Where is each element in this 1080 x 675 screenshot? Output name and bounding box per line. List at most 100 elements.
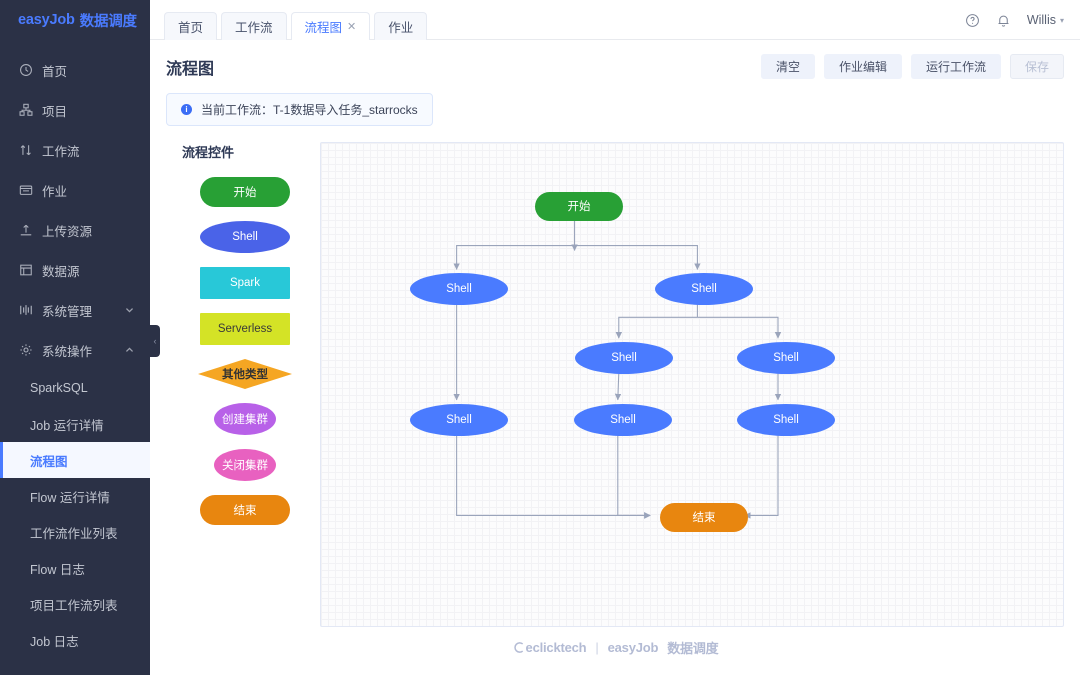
sidebar-subitem-label: Job 运行详情: [30, 418, 104, 433]
sidebar-subitem-flow-run-detail[interactable]: Flow 运行详情: [0, 478, 150, 514]
sidebar-item-workflow[interactable]: 工作流: [0, 130, 150, 170]
palette-node-start[interactable]: 开始: [200, 177, 290, 207]
palette-node-other-type[interactable]: 其他类型: [198, 359, 292, 389]
tab-list: 首页 工作流 流程图 ✕ 作业: [164, 0, 428, 40]
run-workflow-button[interactable]: 运行工作流: [910, 54, 1001, 79]
tab-workflow[interactable]: 工作流: [221, 12, 287, 40]
sidebar-subitem-label: 流程图: [30, 454, 68, 469]
flowchart-canvas[interactable]: 开始 Shell Shell Shell Shell Shell Shell S…: [320, 142, 1064, 627]
chevron-down-icon: ▾: [1059, 15, 1064, 25]
app-root: easyJob 数据调度 首页 项目 工作流 作业 上传资源 数据源 系统管理 …: [0, 0, 1080, 675]
close-icon[interactable]: ✕: [347, 20, 356, 33]
sidebar-item-system-operation[interactable]: 系统操作: [0, 330, 150, 370]
flow-node-end[interactable]: 结束: [660, 502, 748, 532]
workflow-icon: [18, 143, 33, 158]
palette-node-serverless[interactable]: Serverless: [200, 313, 290, 345]
eclicktech-logo: eclicktech: [512, 640, 587, 655]
sidebar-item-datasource[interactable]: 数据源: [0, 250, 150, 290]
flow-palette: 流程控件 开始 Shell Spark Serverless 其他类型 创建集群…: [166, 142, 308, 627]
main-area: 首页 工作流 流程图 ✕ 作业 Willis ▾ 流程图 清空 作业编辑 运行工…: [150, 0, 1080, 675]
flow-node-shell-4[interactable]: Shell: [737, 342, 835, 374]
sidebar-subitem-workflow-job-list[interactable]: 工作流作业列表: [0, 514, 150, 550]
sliders-icon: [18, 303, 33, 318]
sidebar-item-label: 项目: [42, 104, 68, 119]
sidebar-subitem-label: Job 日志: [30, 634, 79, 649]
footer-product-en: easyJob: [607, 639, 659, 655]
tab-label: 流程图: [304, 21, 343, 35]
sidebar-subitem-project-workflow-list[interactable]: 项目工作流列表: [0, 586, 150, 622]
save-button[interactable]: 保存: [1009, 54, 1064, 79]
palette-node-label: 其他类型: [222, 369, 268, 381]
brand-name-en: easyJob: [18, 12, 75, 28]
sidebar-item-home[interactable]: 首页: [0, 50, 150, 90]
sidebar-nav: 首页 项目 工作流 作业 上传资源 数据源 系统管理 系统操作 SparkSQL…: [0, 50, 150, 658]
palette-node-create-cluster[interactable]: 创建集群: [214, 403, 276, 435]
sidebar-subitem-job-log[interactable]: Job 日志: [0, 622, 150, 658]
info-icon: i: [181, 104, 192, 115]
brand-logo: easyJob 数据调度: [0, 0, 150, 40]
sidebar-item-label: 首页: [42, 64, 68, 79]
brand-name-cn: 数据调度: [79, 13, 137, 30]
palette-title: 流程控件: [182, 145, 235, 160]
tab-label: 首页: [178, 21, 204, 35]
page-actions: 清空 作业编辑 运行工作流 保存: [760, 54, 1064, 79]
clear-button[interactable]: 清空: [760, 54, 815, 79]
flow-node-label: Shell: [691, 283, 717, 295]
tab-home[interactable]: 首页: [164, 12, 218, 40]
flow-node-shell-3[interactable]: Shell: [575, 342, 673, 374]
palette-node-label: 结束: [233, 505, 257, 517]
sidebar-item-project[interactable]: 项目: [0, 90, 150, 130]
palette-node-close-cluster[interactable]: 关闭集群: [214, 449, 276, 481]
palette-node-label: Shell: [232, 231, 258, 243]
sidebar-item-system-management[interactable]: 系统管理: [0, 290, 150, 330]
workspace: 流程控件 开始 Shell Spark Serverless 其他类型 创建集群…: [150, 126, 1080, 627]
flowchart-edges: [453, 220, 782, 519]
sidebar-subitem-sparksql[interactable]: SparkSQL: [0, 370, 150, 406]
content-area: 流程图 清空 作业编辑 运行工作流 保存 i 当前工作流：T-1数据导入任务_s…: [150, 40, 1080, 675]
canvas-container: 开始 Shell Shell Shell Shell Shell Shell S…: [308, 142, 1064, 627]
chevron-left-icon: ‹: [153, 336, 157, 346]
question-circle-icon[interactable]: [965, 13, 980, 28]
flow-node-shell-2[interactable]: Shell: [655, 273, 753, 305]
flow-node-label: 开始: [567, 201, 591, 213]
footer-separator: |: [595, 639, 599, 655]
sidebar-subitem-flow-log[interactable]: Flow 日志: [0, 550, 150, 586]
palette-node-label: 创建集群: [222, 414, 268, 426]
palette-node-shell[interactable]: Shell: [200, 221, 290, 253]
sidebar-item-job[interactable]: 作业: [0, 170, 150, 210]
page-header: 流程图 清空 作业编辑 运行工作流 保存: [150, 40, 1080, 79]
sidebar-subitem-flowchart[interactable]: 流程图: [0, 442, 150, 478]
sidebar-item-label: 工作流: [42, 144, 80, 159]
page-title: 流程图: [166, 60, 215, 78]
palette-node-spark[interactable]: Spark: [200, 267, 290, 299]
sidebar-item-upload[interactable]: 上传资源: [0, 210, 150, 250]
flow-node-label: Shell: [446, 283, 472, 295]
user-name: Willis: [1026, 13, 1056, 27]
flow-node-shell-6[interactable]: Shell: [574, 404, 672, 436]
tab-label: 工作流: [235, 21, 273, 35]
flow-node-label: Shell: [611, 352, 637, 364]
dashboard-icon: [18, 63, 33, 78]
flow-node-shell-7[interactable]: Shell: [737, 404, 835, 436]
palette-node-list: 开始 Shell Spark Serverless 其他类型 创建集群 关闭集群…: [182, 177, 308, 525]
sidebar-subitem-label: 工作流作业列表: [30, 526, 118, 541]
user-menu[interactable]: Willis ▾: [1027, 13, 1064, 27]
flow-node-shell-5[interactable]: Shell: [410, 404, 508, 436]
top-tab-bar: 首页 工作流 流程图 ✕ 作业 Willis ▾: [150, 0, 1080, 40]
sidebar-subitem-job-run-detail[interactable]: Job 运行详情: [0, 406, 150, 442]
sidebar-subitem-label: Flow 日志: [30, 562, 85, 577]
tab-job[interactable]: 作业: [374, 12, 428, 40]
flow-node-start[interactable]: 开始: [535, 191, 623, 221]
flow-node-label: 结束: [692, 512, 716, 524]
palette-node-end[interactable]: 结束: [200, 495, 290, 525]
tab-flowchart[interactable]: 流程图 ✕: [290, 12, 371, 40]
bell-icon[interactable]: [996, 13, 1011, 28]
chevron-up-icon: [125, 346, 134, 355]
flow-node-shell-1[interactable]: Shell: [410, 273, 508, 305]
job-edit-button[interactable]: 作业编辑: [823, 54, 902, 79]
palette-node-label: Spark: [229, 277, 261, 289]
sidebar-item-label: 数据源: [42, 264, 80, 279]
sidebar-item-label: 系统管理: [42, 304, 93, 319]
sidebar-collapse-handle[interactable]: ‹: [150, 325, 160, 357]
sidebar: easyJob 数据调度 首页 项目 工作流 作业 上传资源 数据源 系统管理 …: [0, 0, 150, 675]
